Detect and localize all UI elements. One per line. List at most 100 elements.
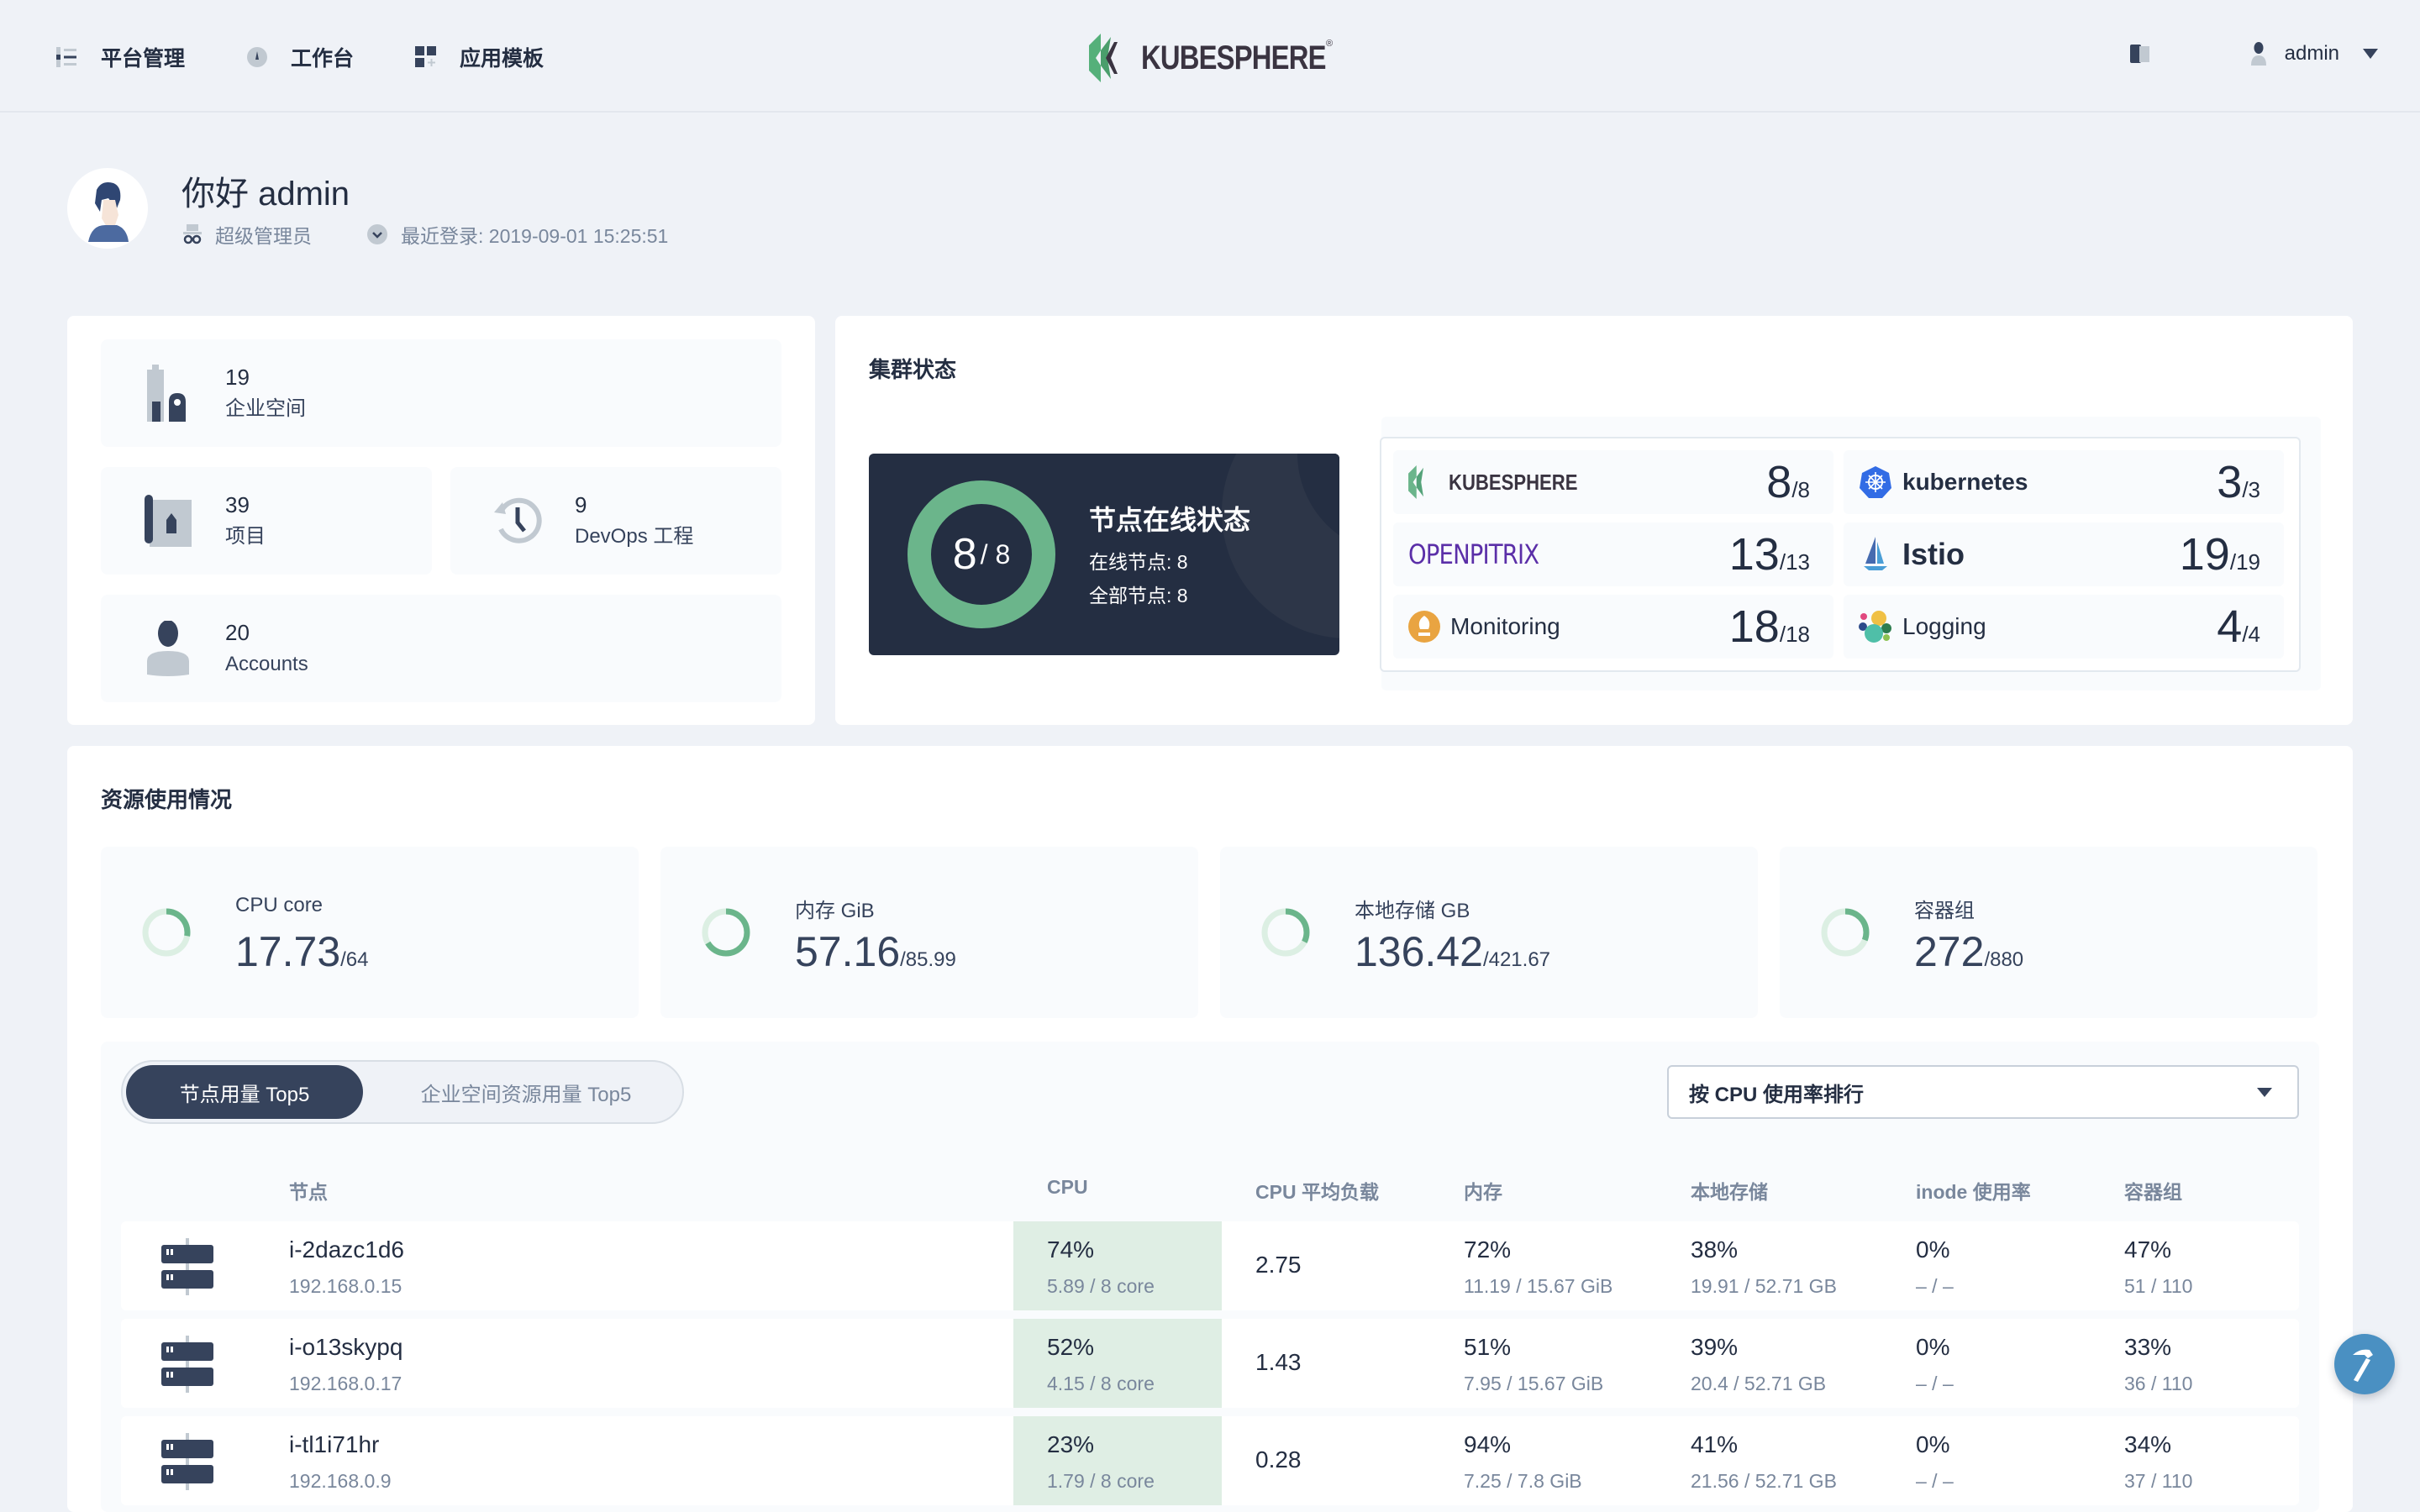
workspace-building-icon [143,365,193,422]
node-ip: 192.168.0.17 [289,1373,402,1394]
nav-app-templates[interactable]: 应用模板 [414,42,544,72]
resource-total: /880 [1984,948,2024,971]
nav-platform-management[interactable]: 平台管理 [55,42,185,72]
memory-detail: 11.19 / 15.67 GiB [1464,1275,1613,1297]
storage-percent: 41% [1691,1431,1739,1457]
resource-label: CPU core [235,894,324,916]
nav-label: 工作台 [291,47,355,71]
component-name: KUBESPHERE [1449,469,1578,495]
user-menu[interactable]: admin [2250,42,2378,66]
toolbox-button[interactable] [2334,1334,2395,1394]
cpu-usage-gauge [142,908,191,957]
server-node-icon [161,1238,213,1295]
node-ip: 192.168.0.15 [289,1275,402,1297]
node-name[interactable]: i-2dazc1d6 [289,1235,404,1265]
inode-detail: – / – [1916,1373,1954,1394]
cpu-load: 1.43 [1255,1349,1302,1375]
greeting-title: 你好 admin [182,176,350,213]
component-value: 8 [1766,457,1792,507]
incognito-icon [183,224,202,244]
role-label: 超级管理员 [215,225,312,247]
stat-projects[interactable]: 39 项目 [101,467,432,575]
storage-detail: 19.91 / 52.71 GB [1691,1275,1837,1297]
online-nodes-line: 在线节点: 8 [1089,551,1188,573]
table-row[interactable]: i-o13skypq 192.168.0.17 52% 4.15 / 8 core … [121,1319,2299,1408]
stat-workspaces[interactable]: 19 企业空间 [101,339,781,447]
pods-percent: 47% [2124,1236,2172,1263]
component-total: /13 [1779,549,1810,575]
dashboard-gauge-icon [245,45,269,69]
registered-mark: ® [1326,39,1334,49]
component-logging[interactable]: Logging 4/4 [1844,595,2284,659]
top-right-controls: admin [2129,42,2378,66]
component-openpitrix[interactable]: OPENPITRIX 13/13 [1393,522,1833,586]
admin-avatar-icon [88,182,129,242]
resource-memory: 内存 GiB 57.16/85.99 [660,847,1198,1018]
resource-total: /85.99 [900,948,956,971]
last-login: 最近登录: 2019-09-01 15:25:51 [367,220,668,249]
online-node-count: 8 [952,530,977,579]
component-kubesphere[interactable]: KUBESPHERE 8/8 [1393,450,1833,514]
storage-detail: 20.4 / 52.71 GB [1691,1373,1827,1394]
inode-percent: 0% [1916,1236,1950,1263]
storage-detail: 21.56 / 52.71 GB [1691,1470,1837,1492]
resource-used: 57.16 [795,928,901,975]
cpu-percent: 23% [1047,1431,1095,1457]
nav-label: 应用模板 [460,47,544,71]
kubesphere-logo[interactable]: KUBESPHERE ® [1089,34,1366,82]
table-row[interactable]: i-2dazc1d6 192.168.0.15 74% 5.89 / 8 core … [121,1221,2299,1310]
component-value: 4 [2217,601,2243,652]
documentation-icon[interactable] [2129,45,2150,63]
stat-accounts[interactable]: 20 Accounts [101,595,781,702]
node-name[interactable]: i-tl1i71hr [289,1430,392,1460]
kubesphere-mark-icon [1089,34,1118,82]
tab-node-usage-top5[interactable]: 节点用量 Top5 [126,1065,363,1119]
component-kubernetes[interactable]: kubernetes 3/3 [1844,450,2284,514]
memory-percent: 51% [1464,1334,1512,1360]
resource-usage-title: 资源使用情况 [101,787,233,812]
total-nodes-line: 全部节点: 8 [1089,585,1188,606]
top-bar: 平台管理 工作台 应用模板 KUBESPHERE ® admin [0,0,2420,113]
pods-usage-gauge [1821,908,1870,957]
component-name: Istio [1902,537,1965,571]
stat-label: 企业空间 [225,397,306,420]
pods-detail: 51 / 110 [2124,1275,2193,1297]
cpu-detail: 5.89 / 8 core [1047,1275,1155,1297]
node-panel-title: 节点在线状态 [1089,505,1251,535]
table-row[interactable]: i-tl1i71hr 192.168.0.9 23% 1.79 / 8 core 0… [121,1416,2299,1505]
logging-elastic-icon [1859,611,1891,643]
greeting-meta: 超级管理员 最近登录: 2019-09-01 15:25:51 [183,220,723,249]
resource-pods: 容器组 272/880 [1780,847,2317,1018]
tab-workspace-usage-top5[interactable]: 企业空间资源用量 Top5 [375,1065,677,1119]
stat-devops[interactable]: 9 DevOps 工程 [450,467,781,575]
component-total: /4 [2242,622,2260,647]
openpitrix-logo-icon: OPENPITRIX [1408,538,1539,570]
component-name: Logging [1902,613,1986,639]
chevron-down-icon [2363,49,2378,59]
component-monitoring[interactable]: Monitoring 18/18 [1393,595,1833,659]
avatar [67,168,148,249]
node-online-status-panel[interactable]: 8 / 8 节点在线状态 在线节点: 8 全部节点: 8 [869,454,1339,655]
pods-percent: 34% [2124,1431,2172,1457]
cpu-detail: 1.79 / 8 core [1047,1470,1155,1492]
total-node-count: / 8 [980,538,1011,570]
resource-total: /64 [340,948,369,971]
column-header-node: 节点 [289,1181,328,1203]
component-value: 18 [1728,601,1780,652]
server-node-icon [161,1433,213,1490]
list-icon [55,45,79,69]
nav-workbench[interactable]: 工作台 [245,42,354,72]
resource-used: 136.42 [1355,928,1483,975]
column-header-inode: inode 使用率 [1916,1181,2031,1203]
nav-label: 平台管理 [101,47,186,71]
chevron-down-icon [2257,1087,2272,1097]
sort-select[interactable]: 按 CPU 使用率排行 [1667,1065,2299,1119]
pods-percent: 33% [2124,1334,2172,1360]
node-name[interactable]: i-o13skypq [289,1332,402,1362]
check-circle-icon [367,224,387,244]
resource-storage: 本地存储 GB 136.42/421.67 [1220,847,1758,1018]
column-header-storage: 本地存储 [1691,1181,1768,1203]
cpu-load: 0.28 [1255,1446,1302,1473]
stat-value: 39 [225,492,250,517]
component-istio[interactable]: Istio 19/19 [1844,522,2284,586]
